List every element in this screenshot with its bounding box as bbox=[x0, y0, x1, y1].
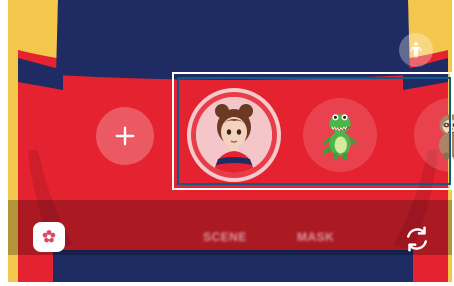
flower-icon bbox=[42, 230, 56, 243]
switch-camera-button[interactable] bbox=[400, 222, 434, 256]
selection-highlight bbox=[177, 77, 451, 185]
mode-mask-label[interactable]: MASK bbox=[297, 230, 334, 244]
rotate-camera-icon bbox=[407, 226, 427, 252]
effects-button[interactable] bbox=[33, 222, 65, 252]
mode-scene-label[interactable]: SCENE bbox=[203, 230, 247, 244]
add-avatar-button[interactable] bbox=[96, 107, 154, 165]
camera-preview: SCENE MASK bbox=[0, 0, 454, 286]
control-bar-shade bbox=[0, 200, 454, 255]
body-mode-button[interactable] bbox=[399, 33, 433, 67]
frame-edge-bottom bbox=[0, 282, 454, 286]
frame-edge-left bbox=[0, 0, 8, 286]
plus-icon bbox=[115, 126, 135, 146]
person-icon bbox=[410, 42, 422, 58]
